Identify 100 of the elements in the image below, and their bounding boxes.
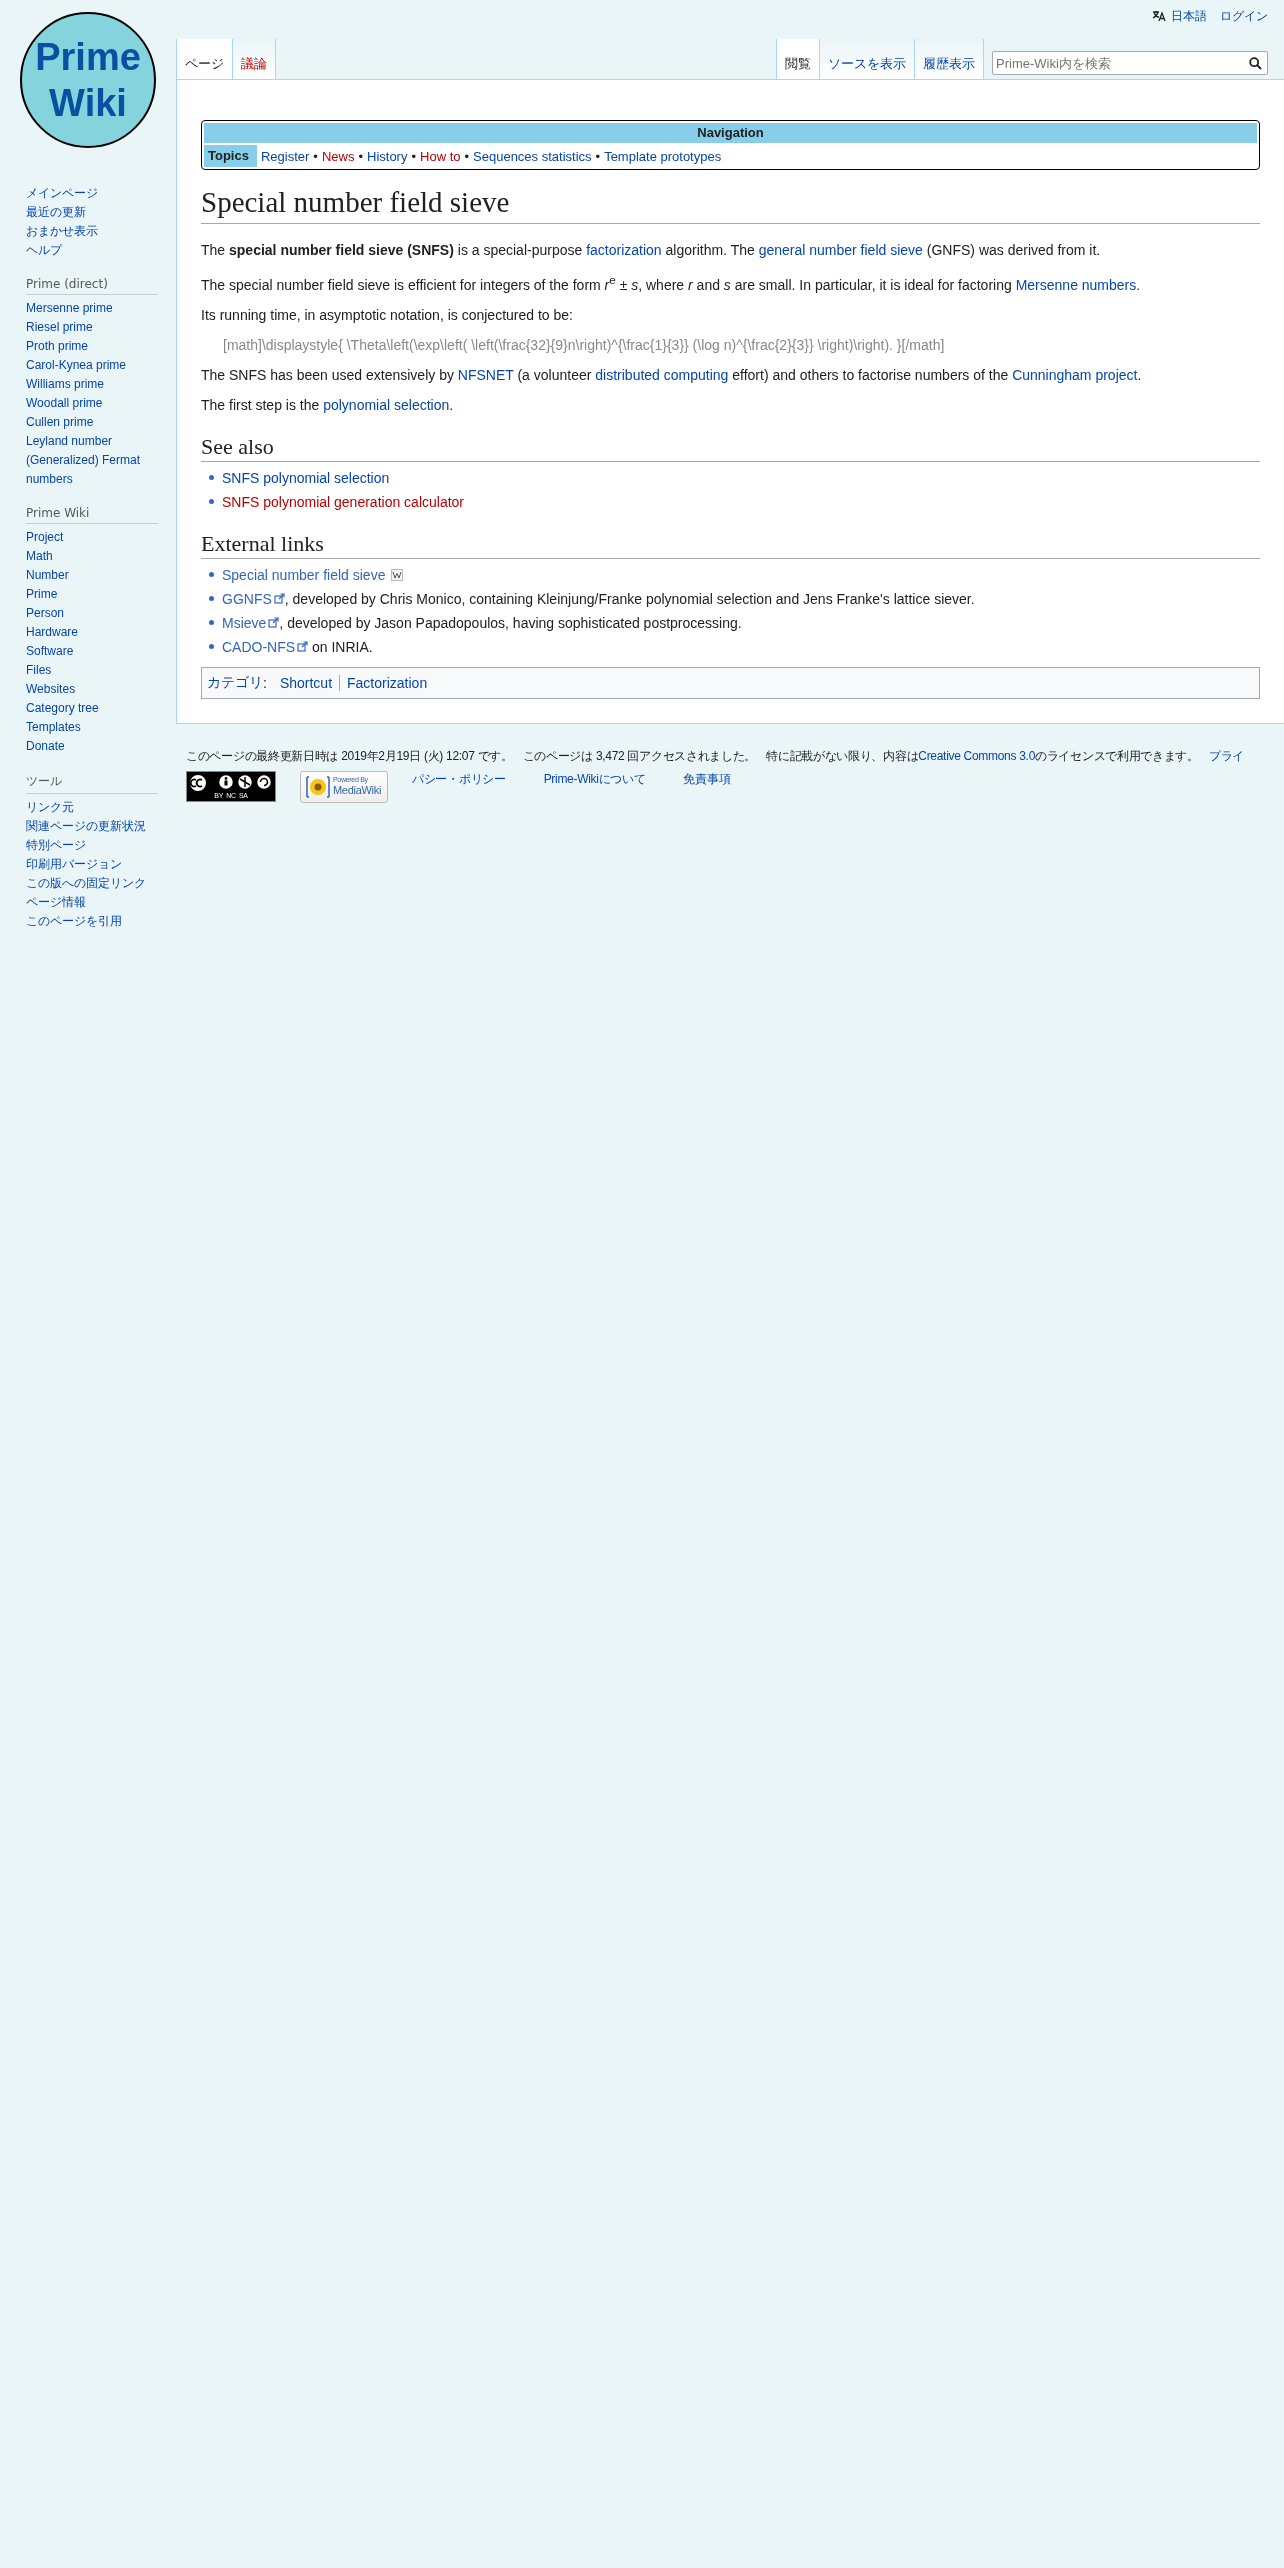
paragraph: The SNFS has been used extensively by NFSNET (a volunteer distributed computing effort) and others to factorise numbers of the Cunningham project. bbox=[201, 365, 1143, 385]
separator: • bbox=[595, 148, 601, 164]
link[interactable]: プライ bbox=[1208, 747, 1244, 765]
navbox-group: Topics bbox=[204, 145, 257, 167]
sidebar-heading: ツール bbox=[26, 773, 158, 794]
bullet-icon bbox=[209, 596, 214, 602]
sidebar-link[interactable]: メインページ bbox=[26, 184, 154, 203]
link[interactable]: SNFS polynomial generation calculator bbox=[222, 493, 464, 510]
sidebar-link[interactable]: Cullen prime bbox=[26, 413, 154, 432]
footer-text: このページの最終更新日時は 2019年2月19日 (火) 12:07 です。 bbox=[186, 747, 513, 765]
sidebar-link[interactable]: Math bbox=[26, 547, 154, 566]
paragraph: Its running time, in asymptotic notation, is conjectured to be: bbox=[201, 305, 574, 325]
sidebar-link[interactable]: 最近の更新 bbox=[26, 203, 154, 222]
sidebar-link[interactable]: Prime bbox=[26, 585, 154, 604]
bullet-icon bbox=[209, 499, 214, 505]
sidebar-link[interactable]: Templates bbox=[26, 718, 154, 737]
sidebar-link[interactable]: ページ情報 bbox=[26, 893, 154, 912]
search-field[interactable]: Prime-Wiki内を検索 bbox=[992, 51, 1268, 75]
link[interactable]: factorization bbox=[586, 242, 662, 258]
link[interactable]: News bbox=[321, 148, 355, 164]
sidebar-link[interactable]: リンク元 bbox=[26, 798, 154, 817]
sidebar-link[interactable]: Category tree bbox=[26, 699, 154, 718]
sidebar-link[interactable]: Woodall prime bbox=[26, 394, 154, 413]
tab[interactable]: ソースを表示 bbox=[819, 39, 914, 80]
link[interactable]: CADO-NFS bbox=[222, 636, 296, 657]
link[interactable]: Register bbox=[260, 148, 310, 164]
link[interactable]: カテゴリ bbox=[207, 673, 263, 692]
paragraph: The special number field sieve (SNFS) is a special-purpose factorization algorithm. The general number field sieve (GNFS) was derived from it. bbox=[201, 241, 1102, 260]
sidebar-link[interactable]: 印刷用バージョン bbox=[26, 855, 154, 874]
bullet-icon bbox=[209, 475, 214, 481]
link[interactable]: Shortcut bbox=[272, 674, 340, 691]
link[interactable]: How to bbox=[420, 148, 461, 164]
language-icon bbox=[1152, 10, 1166, 22]
link[interactable]: GGNFS bbox=[222, 588, 272, 609]
link[interactable]: distributed computing bbox=[595, 366, 729, 383]
paragraph: The special number field sieve is efficient for integers of the form r$^{e}$ ± s, where r and s are small. In particular, it is ideal for factoring Mersenne numbers. bbox=[201, 272, 1142, 295]
sidebar-link[interactable]: Project bbox=[26, 528, 154, 547]
link[interactable]: 免責事項 bbox=[683, 770, 731, 788]
sidebar-link[interactable]: Number bbox=[26, 566, 154, 585]
link[interactable]: SNFS polynomial selection bbox=[222, 469, 390, 486]
sidebar-link[interactable]: (Generalized) Fermat numbers bbox=[26, 451, 154, 489]
sidebar-link[interactable]: この版への固定リンク bbox=[26, 874, 154, 893]
section-heading: External links bbox=[201, 529, 1260, 559]
colon: : bbox=[263, 674, 267, 691]
sidebar-link[interactable]: Files bbox=[26, 661, 154, 680]
sidebar-heading: Prime (direct) bbox=[26, 277, 158, 295]
link[interactable]: Prime-Wikiについて bbox=[543, 770, 646, 788]
bullet-icon bbox=[209, 572, 214, 578]
page-title: Special number field sieve bbox=[201, 184, 1260, 224]
content-panel: Navigation Topics Register • News • History • How to • Sequences statistics • Template prototypes Special number field sieve The special number field sieve (SNFS) is a special-purpose factorization algorithm. The general number field sieve (GNFS) was derived from it. The special number field sieve is efficient for integers of the form r$^{e}$ ± s, where r and s are small. In particular, it is ideal for factoring Mersenne numbers. Its running time, in asymptotic notation, is conjectured to be: [math]\displaystyle{ \Theta\left(\exp\left( \left(\frac{32}{9}n\right)^{\frac{1}{3}} (\log n)^{\frac{2}{3}} \right)\right). }[/math] The SNFS has been used extensively by NFSNET (a volunteer distributed computing effort) and others to factorise numbers of the Cunningham project. The first step is the polynomial selection. See also SNFS polynomial selection SNFS polynomial generation calculator External links Special number field sieve GGNFS , developed by Chris Monico, containing Kleinjung/Franke polynomial selection and Jens Franke's lattice siever. Msieve , developed by Jason Papadopoulos, having sophisticated postprocessing. CADO-NFS on INRIA. カテゴリ: Shortcut Factorization bbox=[176, 79, 1284, 724]
link[interactable]: 日本語 bbox=[1171, 7, 1207, 25]
link[interactable]: Special number field sieve bbox=[222, 564, 386, 585]
external-link-icon bbox=[273, 593, 285, 605]
sunflower-icon bbox=[305, 773, 331, 800]
paragraph: The first step is the polynomial selection. bbox=[201, 395, 455, 415]
link[interactable]: Msieve bbox=[222, 612, 267, 633]
sidebar-link[interactable]: 関連ページの更新状況 bbox=[26, 817, 154, 836]
footer-text: 特に記載がない限り、内容はCreative Commons 3.0のライセンスで利用できます。 bbox=[766, 747, 1199, 765]
external-link-icon bbox=[268, 617, 280, 629]
logo[interactable]: Prime Wiki bbox=[20, 12, 156, 148]
tab[interactable]: 閲覧 bbox=[776, 39, 819, 80]
link[interactable]: History bbox=[367, 148, 408, 164]
link[interactable]: general number field sieve bbox=[758, 242, 923, 258]
tab[interactable]: 議論 bbox=[232, 39, 276, 80]
link[interactable]: NFSNET bbox=[457, 366, 514, 383]
sidebar-link[interactable]: Donate bbox=[26, 737, 154, 756]
separator: • bbox=[358, 148, 363, 164]
sidebar-link[interactable]: Riesel prime bbox=[26, 318, 154, 337]
sidebar-link[interactable]: このページを引用 bbox=[26, 912, 154, 931]
link[interactable]: Template prototypes bbox=[604, 148, 722, 164]
link[interactable]: Creative Commons 3.0 bbox=[918, 748, 1035, 763]
sidebar-link[interactable]: Software bbox=[26, 642, 154, 661]
tab[interactable]: ページ bbox=[176, 39, 232, 80]
link[interactable]: Sequences statistics bbox=[473, 148, 592, 164]
sidebar-link[interactable]: Williams prime bbox=[26, 375, 154, 394]
sidebar-link[interactable]: Person bbox=[26, 604, 154, 623]
section-heading: See also bbox=[201, 432, 1260, 462]
sidebar-link[interactable]: 特別ページ bbox=[26, 836, 154, 855]
link[interactable]: ログイン bbox=[1220, 7, 1268, 25]
sidebar-link[interactable]: Leyland number bbox=[26, 432, 154, 451]
bullet-icon bbox=[209, 620, 214, 626]
sidebar-link[interactable]: おまかせ表示 bbox=[26, 222, 154, 241]
sidebar-link[interactable]: Mersenne prime bbox=[26, 299, 154, 318]
separator: • bbox=[464, 148, 470, 164]
wikipedia-icon bbox=[391, 568, 404, 581]
bullet-icon bbox=[209, 644, 214, 650]
tab[interactable]: 履歴表示 bbox=[914, 39, 984, 80]
sidebar-link[interactable]: ヘルプ bbox=[26, 241, 154, 260]
search-icon bbox=[1249, 57, 1262, 70]
link[interactable]: Factorization bbox=[339, 674, 435, 691]
math-formula: [math]\displaystyle{ \Theta\left(\exp\left( \left(\frac{32}{9}n\right)^{\frac{1}{3}} (\log n)^{\frac{2}{3}} \right)\right). }[/math] bbox=[222, 335, 946, 355]
separator: • bbox=[411, 148, 416, 164]
sidebar-link[interactable]: Hardware bbox=[26, 623, 154, 642]
sidebar-link[interactable]: Websites bbox=[26, 680, 154, 699]
navbox-title: Navigation bbox=[204, 123, 1257, 143]
sidebar-link[interactable]: Carol-Kynea prime bbox=[26, 356, 154, 375]
separator: • bbox=[313, 148, 318, 164]
sidebar-link[interactable]: Proth prime bbox=[26, 337, 154, 356]
link[interactable]: パシー・ポリシー bbox=[412, 770, 506, 788]
external-link-icon bbox=[297, 641, 309, 653]
